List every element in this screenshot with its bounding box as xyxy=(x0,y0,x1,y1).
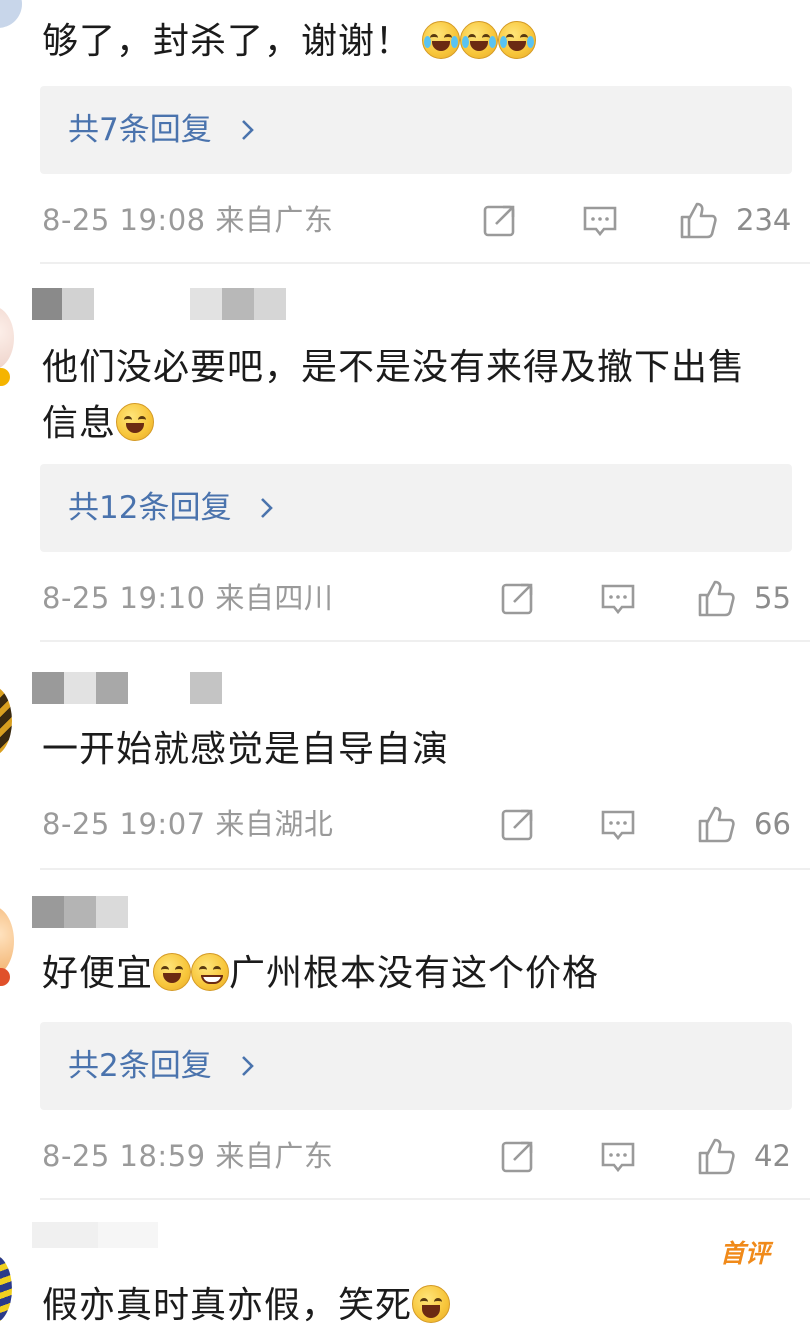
divider xyxy=(40,868,810,870)
comment-item: 一开始就感觉是自导自演 8-25 19:07 来自湖北 66 xyxy=(0,660,810,860)
replies-label: 共7条回复 xyxy=(68,112,212,148)
grin-emoji xyxy=(153,953,192,991)
comment-icon[interactable] xyxy=(600,580,636,616)
comment-time: 8-25 19:08 xyxy=(42,203,206,237)
comment-location: 来自四川 xyxy=(215,581,334,615)
divider xyxy=(40,262,810,264)
comment-location: 来自湖北 xyxy=(215,807,334,841)
avatar[interactable] xyxy=(0,906,14,976)
comment-location: 来自广东 xyxy=(215,1139,334,1173)
comment-meta: 8-25 19:07 来自湖北 66 xyxy=(42,802,792,846)
avatar-badge xyxy=(0,368,10,386)
replies-link[interactable]: 共12条回复 xyxy=(40,464,792,552)
chevron-right-icon xyxy=(241,1056,254,1076)
like-count: 234 xyxy=(736,203,792,237)
comment-item: 好便宜 广州根本没有这个价格 共2条回复 8-25 18:59 来自广东 42 xyxy=(0,884,810,1204)
comment-text: 他们没必要吧，是不是没有来得及撤下出售 信息 xyxy=(42,347,746,444)
like-count: 42 xyxy=(754,1139,791,1173)
like-count: 66 xyxy=(754,807,791,841)
replies-link[interactable]: 共7条回复 xyxy=(40,86,792,174)
replies-link[interactable]: 共2条回复 xyxy=(40,1022,792,1110)
comment-time: 8-25 18:59 xyxy=(42,1139,206,1173)
chevron-right-icon xyxy=(261,498,274,518)
laugh-cry-emoji xyxy=(422,21,461,59)
grin-emoji xyxy=(412,1285,451,1323)
thumbs-up-icon[interactable] xyxy=(678,200,718,240)
comment-icon[interactable] xyxy=(600,806,636,842)
thumbs-up-icon[interactable] xyxy=(696,804,736,844)
comment-text: 一开始就感觉是自导自演 xyxy=(42,729,450,770)
avatar[interactable] xyxy=(0,1254,12,1324)
repost-icon[interactable] xyxy=(500,1138,536,1174)
comment-text: 够了，封杀了，谢谢！ xyxy=(42,14,790,70)
like-count: 55 xyxy=(754,581,791,615)
laugh-cry-emoji xyxy=(498,21,537,59)
divider xyxy=(40,1198,810,1200)
comment-item: 他们没必要吧，是不是没有来得及撤下出售 信息 共12条回复 8-25 19:10… xyxy=(0,280,810,640)
comment-text: 假亦真时真亦假，笑死 xyxy=(42,1278,790,1334)
replies-label: 共2条回复 xyxy=(68,1048,212,1084)
thumbs-up-icon[interactable] xyxy=(696,578,736,618)
user-nickname-blurred[interactable] xyxy=(32,896,128,928)
comment-item: 够了，封杀了，谢谢！ 共7条回复 8-25 19:08 来自广东 234 xyxy=(0,0,810,250)
awkward-smile-emoji xyxy=(191,953,230,991)
avatar[interactable] xyxy=(0,686,12,756)
avatar[interactable] xyxy=(0,306,14,370)
first-comment-badge: 首评 xyxy=(720,1239,771,1268)
laugh-cry-emoji xyxy=(460,21,499,59)
comment-icon[interactable] xyxy=(582,202,618,238)
comment-icon[interactable] xyxy=(600,1138,636,1174)
repost-icon[interactable] xyxy=(500,580,536,616)
chevron-right-icon xyxy=(241,120,254,140)
comment-meta: 8-25 18:59 来自广东 42 xyxy=(42,1134,792,1178)
comment-meta: 8-25 19:10 来自四川 55 xyxy=(42,576,792,620)
user-nickname-blurred[interactable] xyxy=(32,288,286,320)
replies-label: 共12条回复 xyxy=(68,490,232,526)
comment-location: 来自广东 xyxy=(215,203,334,237)
avatar[interactable] xyxy=(0,0,22,28)
avatar-badge xyxy=(0,968,10,986)
repost-icon[interactable] xyxy=(482,202,518,238)
user-nickname-blurred[interactable] xyxy=(32,672,222,704)
comment-item: 首评 假亦真时真亦假，笑死 xyxy=(0,1214,810,1342)
thumbs-up-icon[interactable] xyxy=(696,1136,736,1176)
comment-time: 8-25 19:10 xyxy=(42,581,206,615)
grin-emoji xyxy=(116,403,155,441)
divider xyxy=(40,640,810,642)
repost-icon[interactable] xyxy=(500,806,536,842)
user-nickname-blurred[interactable] xyxy=(32,1222,158,1248)
comment-text: 好便宜 广州根本没有这个价格 xyxy=(42,953,600,994)
comment-meta: 8-25 19:08 来自广东 234 xyxy=(42,198,792,242)
comment-time: 8-25 19:07 xyxy=(42,807,206,841)
